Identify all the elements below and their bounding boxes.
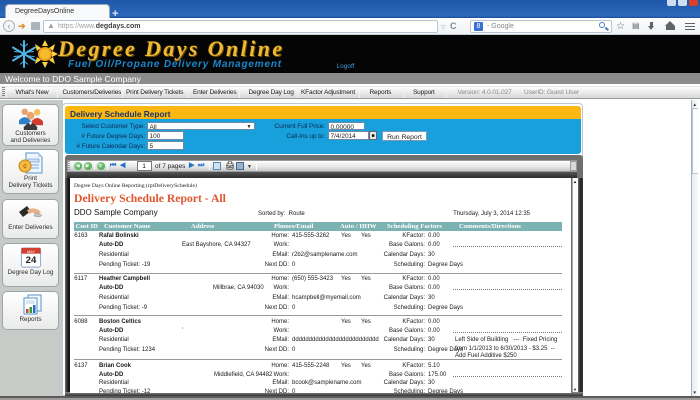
svg-text:MAY: MAY	[26, 250, 34, 254]
svg-text:24: 24	[25, 255, 36, 266]
svg-text:¢: ¢	[23, 162, 27, 171]
